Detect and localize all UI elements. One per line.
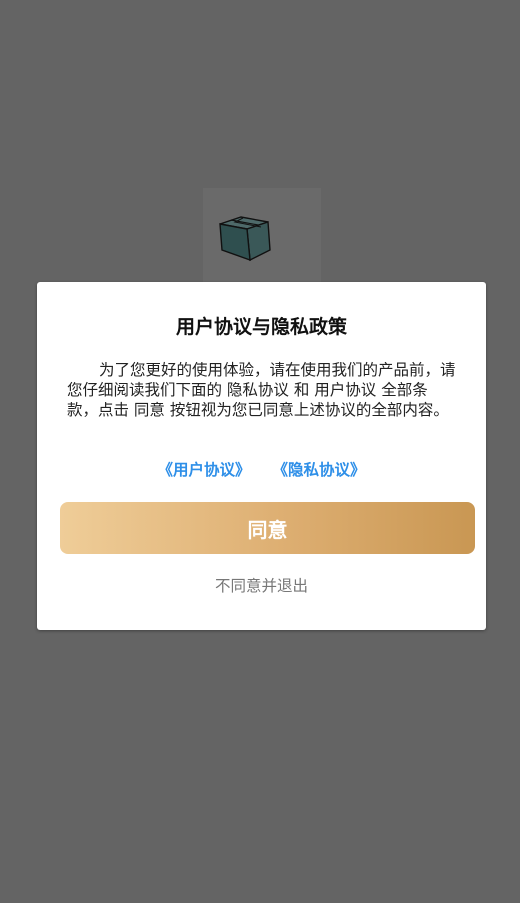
disagree-exit-button[interactable]: 不同意并退出 — [37, 574, 486, 596]
agreement-links: 《用户协议》 《隐私协议》 — [37, 458, 486, 480]
box-icon — [219, 216, 271, 262]
app-logo — [203, 188, 321, 286]
privacy-policy-link[interactable]: 《隐私协议》 — [273, 461, 366, 479]
agree-button[interactable]: 同意 — [60, 502, 475, 554]
dialog-title: 用户协议与隐私政策 — [175, 316, 347, 338]
user-agreement-link[interactable]: 《用户协议》 — [157, 461, 250, 479]
agreement-dialog: 用户协议与隐私政策 为了您更好的使用体验，请在使用我们的产品前，请您仔细阅读我们… — [37, 282, 486, 630]
dialog-body-text: 为了您更好的使用体验，请在使用我们的产品前，请您仔细阅读我们下面的 隐私协议 和… — [67, 361, 456, 419]
